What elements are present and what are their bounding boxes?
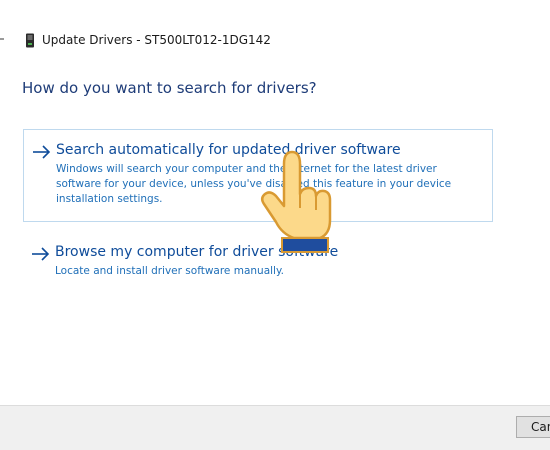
- cancel-button[interactable]: Cancel: [516, 416, 550, 438]
- search-automatically-option[interactable]: Search automatically for updated driver …: [23, 129, 493, 222]
- page-heading: How do you want to search for drivers?: [22, 79, 317, 97]
- arrow-right-icon: [32, 143, 52, 161]
- option-body: Browse my computer for driver software L…: [55, 243, 475, 279]
- window-titlebar: Update Drivers - ST500LT012-1DG142: [24, 30, 271, 50]
- dialog-footer: Cancel: [0, 405, 550, 450]
- window-title: Update Drivers - ST500LT012-1DG142: [42, 33, 271, 47]
- arrow-right-icon: [31, 245, 51, 263]
- window-edge-mark: [0, 38, 4, 40]
- device-icon: [24, 32, 36, 48]
- option-description: Windows will search your computer and th…: [56, 163, 452, 205]
- option-title: Search automatically for updated driver …: [56, 142, 401, 158]
- browse-computer-option[interactable]: Browse my computer for driver software L…: [23, 232, 493, 292]
- option-description: Locate and install driver software manua…: [55, 265, 285, 277]
- update-drivers-dialog: Update Drivers - ST500LT012-1DG142 How d…: [0, 0, 550, 450]
- option-body: Search automatically for updated driver …: [56, 141, 476, 207]
- option-title: Browse my computer for driver software: [55, 244, 339, 260]
